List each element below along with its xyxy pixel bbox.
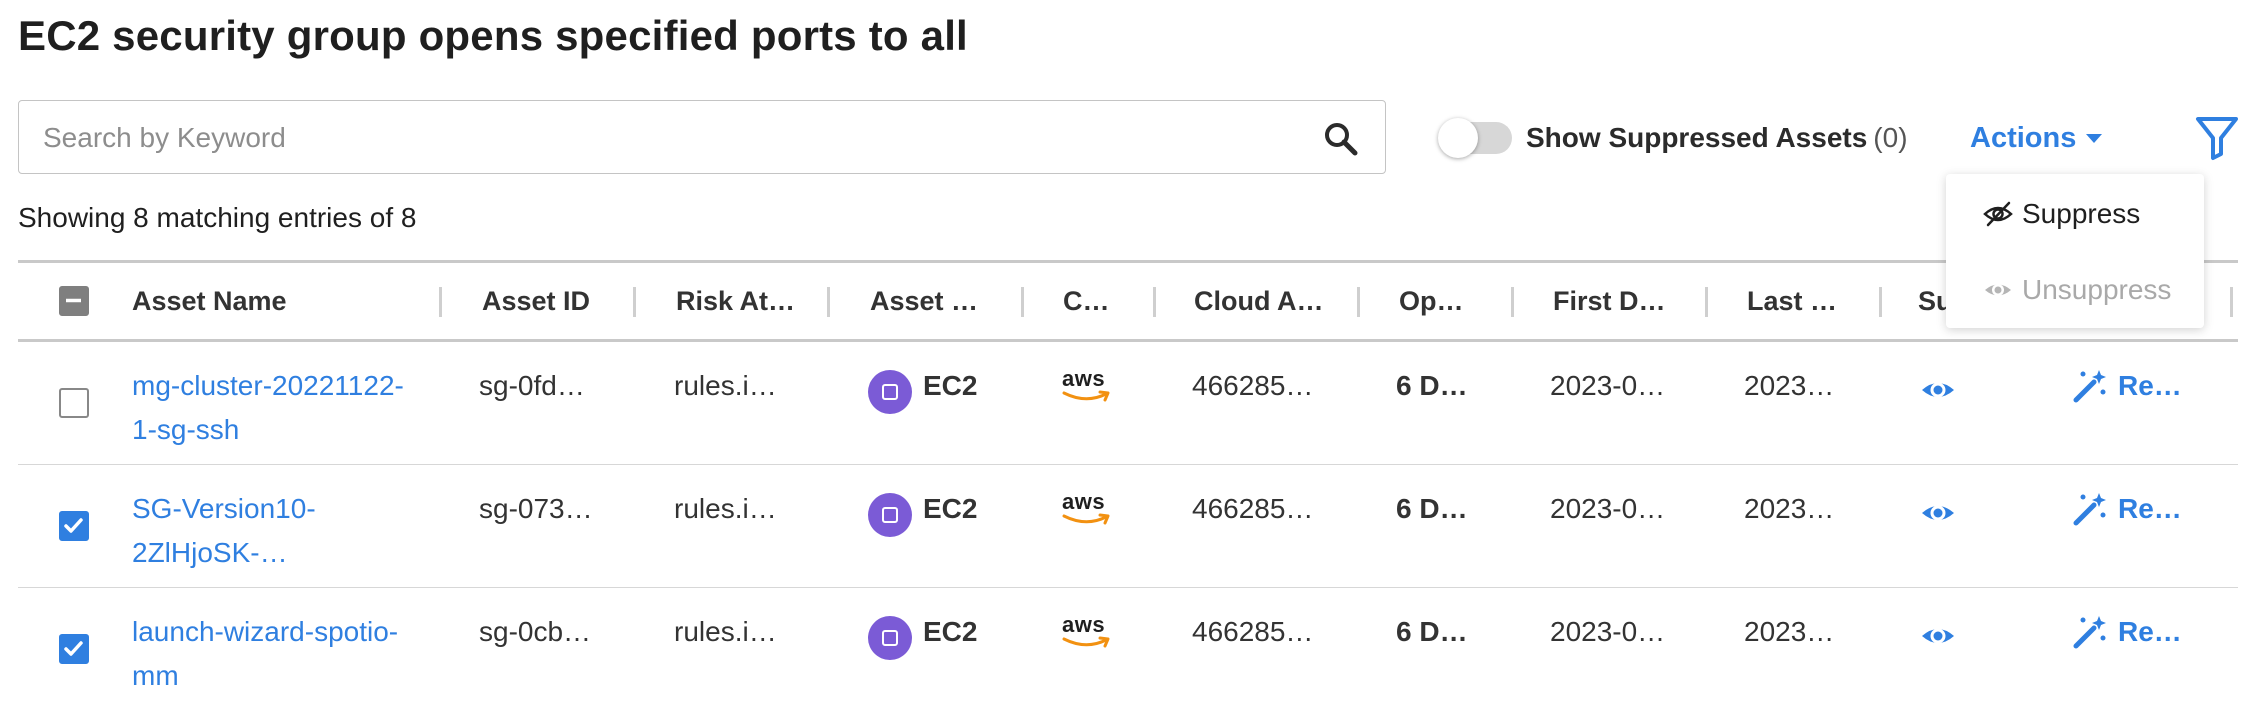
column-resize-handle[interactable] [1705,287,1708,317]
asset-id: sg-0fd… [479,370,585,401]
column-resize-handle[interactable] [1357,287,1360,317]
column-resize-handle[interactable] [827,287,830,317]
suppressed-count: (0) [1873,122,1908,153]
column-header-asset-type[interactable]: Asset … [870,263,1010,339]
eye-icon [1985,284,2011,296]
remediate-button[interactable]: Re… [2072,364,2182,408]
column-header-cloud-provider[interactable]: C… [1063,263,1143,339]
search-input[interactable] [41,101,1285,175]
risk-attribute: rules.i… [674,370,777,401]
last-detected: 2023… [1744,493,1835,524]
last-detected: 2023… [1744,616,1835,647]
asset-type: EC2 [923,493,978,524]
show-suppressed-text: Show Suppressed Assets [1526,122,1868,153]
search-icon[interactable] [1321,119,1361,159]
menu-item-unsuppress-label: Unsuppress [2022,274,2172,305]
actions-label: Actions [1970,121,2077,154]
column-resize-handle[interactable] [1021,287,1024,317]
cloud-provider-text: aws [1062,612,1106,637]
ec2-icon [868,616,912,660]
remediate-button[interactable]: Re… [2072,610,2182,654]
menu-item-suppress[interactable]: Suppress [1982,192,2140,236]
filter-icon[interactable] [2194,114,2240,162]
actions-dropdown-menu: Suppress Unsuppress [1946,174,2204,328]
table-row: mg-cluster-20221122-1-sg-ssh sg-0fd… rul… [18,342,2238,465]
asset-type: EC2 [923,616,978,647]
table-row: launch-wizard-spotio-mm sg-0cb… rules.i…… [18,588,2238,711]
column-header-open-for[interactable]: Op… [1399,263,1509,339]
toggle-knob [1438,118,1478,158]
open-for: 6 D… [1396,370,1468,401]
ec2-icon [868,493,912,537]
table-row: SG-Version10-2ZlHjoSK-… sg-073… rules.i…… [18,465,2238,588]
magic-wand-icon [2073,616,2106,649]
aws-logo-icon: aws [1062,612,1114,652]
open-for: 6 D… [1396,493,1468,524]
asset-name-link[interactable]: launch-wizard-spotio-mm [132,610,412,698]
show-suppressed-toggle-group: Show Suppressed Assets (0) [1438,116,1908,160]
asset-name-link[interactable]: SG-Version10-2ZlHjoSK-… [132,487,412,575]
eye-off-icon [1983,201,2013,227]
show-suppressed-label: Show Suppressed Assets (0) [1526,122,1908,154]
column-resize-handle[interactable] [1879,287,1882,317]
select-all-checkbox[interactable] [59,286,89,316]
column-resize-handle[interactable] [633,287,636,317]
risk-attribute: rules.i… [674,493,777,524]
page: EC2 security group opens specified ports… [0,0,2256,704]
result-count: Showing 8 matching entries of 8 [18,202,417,233]
column-header-first-detected[interactable]: First D… [1553,263,1693,339]
first-detected: 2023-0… [1550,370,1666,401]
column-header-risk[interactable]: Risk At… [676,263,816,339]
eye-icon[interactable] [1920,495,1956,531]
remediate-label: Re… [2118,616,2182,647]
last-detected: 2023… [1744,370,1835,401]
eye-icon[interactable] [1920,372,1956,408]
remediate-button[interactable]: Re… [2072,487,2182,531]
remediate-label: Re… [2118,370,2182,401]
row-checkbox[interactable] [59,511,89,541]
ec2-icon [868,370,912,414]
row-checkbox[interactable] [59,388,89,418]
search-box [18,100,1386,175]
asset-name-link[interactable]: mg-cluster-20221122-1-sg-ssh [132,364,412,452]
first-detected: 2023-0… [1550,493,1666,524]
risk-attribute: rules.i… [674,616,777,647]
asset-id: sg-073… [479,493,593,524]
assets-table: Asset Name Asset ID Risk At… Asset … C… … [18,260,2238,711]
column-header-asset-name[interactable]: Asset Name [132,263,292,339]
show-suppressed-toggle[interactable] [1438,118,1512,158]
table-header: Asset Name Asset ID Risk At… Asset … C… … [18,260,2238,342]
aws-logo-icon: aws [1062,489,1114,529]
actions-button[interactable]: Actions [1970,116,2103,160]
row-checkbox[interactable] [59,634,89,664]
column-resize-handle[interactable] [1511,287,1514,317]
magic-wand-icon [2073,493,2106,526]
cloud-provider-text: aws [1062,489,1106,514]
cloud-account: 466285… [1192,370,1314,401]
caret-down-icon [2086,133,2103,143]
menu-item-unsuppress: Unsuppress [1982,268,2171,312]
column-resize-handle[interactable] [2230,287,2233,317]
magic-wand-icon [2073,370,2106,403]
cloud-account: 466285… [1192,493,1314,524]
column-header-cloud-account[interactable]: Cloud A… [1194,263,1344,339]
aws-logo-icon: aws [1062,366,1114,406]
column-resize-handle[interactable] [439,287,442,317]
asset-type: EC2 [923,370,978,401]
asset-id: sg-0cb… [479,616,592,647]
eye-icon[interactable] [1920,618,1956,654]
cloud-provider-text: aws [1062,366,1106,391]
page-title: EC2 security group opens specified ports… [18,12,968,59]
first-detected: 2023-0… [1550,616,1666,647]
cloud-account: 466285… [1192,616,1314,647]
column-header-asset-id[interactable]: Asset ID [482,263,622,339]
column-resize-handle[interactable] [1153,287,1156,317]
column-header-last-detected[interactable]: Last … [1747,263,1857,339]
open-for: 6 D… [1396,616,1468,647]
menu-item-suppress-label: Suppress [2022,198,2141,229]
remediate-label: Re… [2118,493,2182,524]
